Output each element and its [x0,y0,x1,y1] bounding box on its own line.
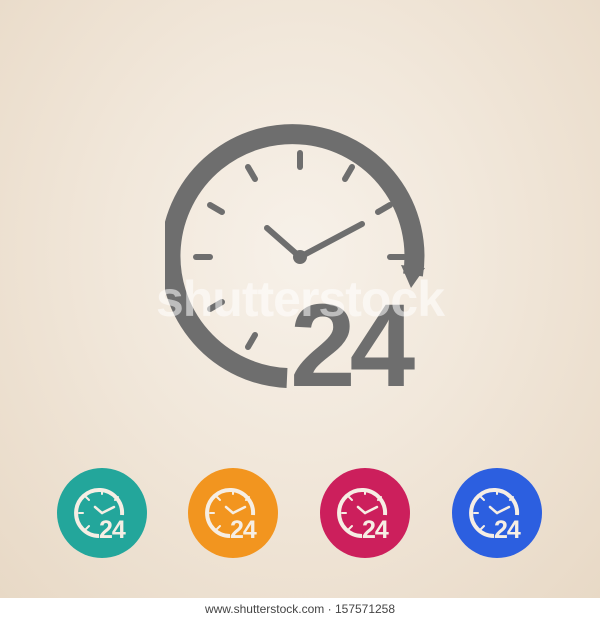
small-clock-teal-icon: 24 [57,468,147,558]
small-clock-orange-number: 24 [230,516,257,544]
clock-24-icon: 24 [165,120,435,400]
small-clock-magenta-number: 24 [362,516,389,544]
clock-24-icon-graphic: 24 [165,124,425,400]
footer-credit: www.shutterstock.com · 157571258 [0,598,600,620]
artwork-canvas: 24 shutterstock 24 24 24 24 [0,0,600,598]
small-clock-magenta-icon: 24 [320,468,410,558]
color-variants: 24 24 24 24 [0,468,600,558]
small-clock-teal-number: 24 [99,516,126,544]
clock-number: 24 [290,280,415,400]
small-clock-blue-icon: 24 [452,468,542,558]
small-clock-orange-graphic: 24 [188,468,278,558]
small-clock-magenta-graphic: 24 [320,468,410,558]
small-clock-orange-icon: 24 [188,468,278,558]
small-clock-teal-graphic: 24 [57,468,147,558]
small-clock-blue-graphic: 24 [452,468,542,558]
small-clock-blue-number: 24 [494,516,521,544]
